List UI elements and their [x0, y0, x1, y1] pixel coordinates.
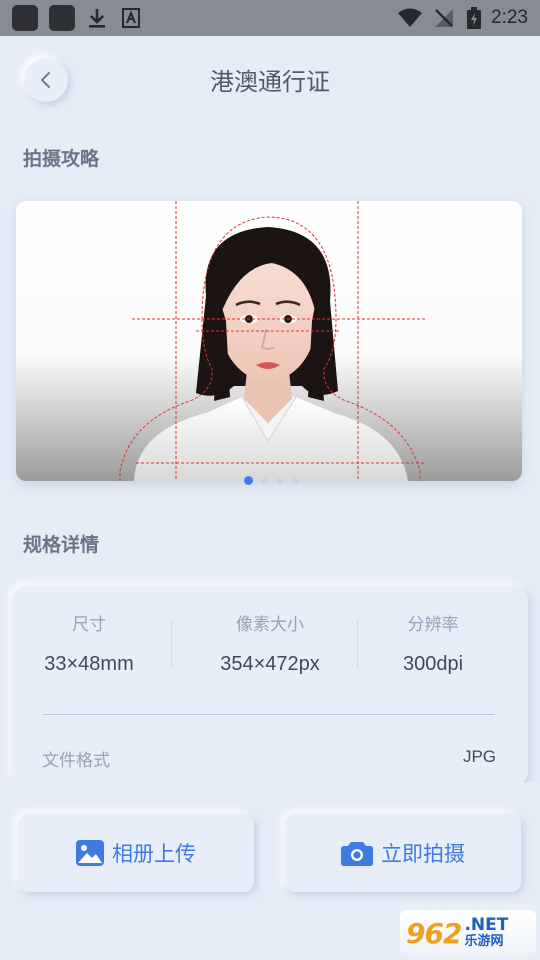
- carousel-dot[interactable]: [292, 477, 298, 484]
- spec-resolution: 分辨率 300dpi: [358, 610, 508, 676]
- header: 港澳通行证: [0, 36, 540, 124]
- spec-pixels: 像素大小 354×472px: [195, 610, 345, 676]
- carousel-dot-active[interactable]: [244, 476, 253, 485]
- carousel-dot[interactable]: [262, 477, 268, 484]
- guide-carousel[interactable]: [16, 201, 522, 481]
- spec-format-label: 文件格式: [42, 751, 110, 771]
- take-photo-label: 立即拍摄: [381, 842, 465, 866]
- album-upload-button[interactable]: 相册上传: [18, 814, 254, 892]
- app-notification-icon-2: [49, 5, 75, 31]
- spec-pixels-value: 354×472px: [220, 653, 320, 675]
- app-notification-icon: [12, 5, 38, 31]
- spec-resolution-label: 分辨率: [407, 615, 459, 635]
- image-icon: [76, 840, 104, 866]
- watermark-suffix: .NET: [464, 915, 509, 935]
- spec-size-value: 33×48mm: [44, 653, 134, 675]
- site-watermark-logo: 962 .NET 乐游网: [400, 910, 536, 956]
- wifi-icon: [397, 8, 423, 28]
- watermark-number: 962: [406, 916, 462, 950]
- download-icon: [86, 7, 108, 29]
- spec-separator: [171, 620, 172, 668]
- spec-divider: [43, 714, 495, 715]
- status-bar: 2:23: [0, 0, 540, 36]
- spec-format-value: JPG: [462, 747, 496, 766]
- battery-icon: [467, 7, 482, 29]
- spec-section-title: 规格详情: [23, 534, 100, 556]
- spec-card: 尺寸 33×48mm 像素大小 354×472px 分辨率 300dpi 文件格…: [12, 586, 528, 786]
- clock: 2:23: [491, 7, 528, 28]
- carousel-dot[interactable]: [277, 477, 283, 484]
- passport-photo-guide-image: [119, 201, 426, 481]
- guide-section-title: 拍摄攻略: [23, 148, 100, 170]
- carousel-indicator: [244, 476, 307, 485]
- spec-size: 尺寸 33×48mm: [14, 610, 164, 676]
- album-upload-label: 相册上传: [112, 842, 196, 866]
- spec-pixels-label: 像素大小: [236, 615, 304, 635]
- watermark-site: 乐游网: [464, 934, 504, 949]
- font-icon: [120, 7, 142, 29]
- no-signal-icon: [433, 7, 455, 29]
- spec-size-label: 尺寸: [72, 615, 106, 635]
- take-photo-button[interactable]: 立即拍摄: [285, 814, 521, 892]
- page-title: 港澳通行证: [210, 68, 330, 96]
- spec-resolution-value: 300dpi: [402, 653, 464, 675]
- camera-icon: [341, 840, 373, 866]
